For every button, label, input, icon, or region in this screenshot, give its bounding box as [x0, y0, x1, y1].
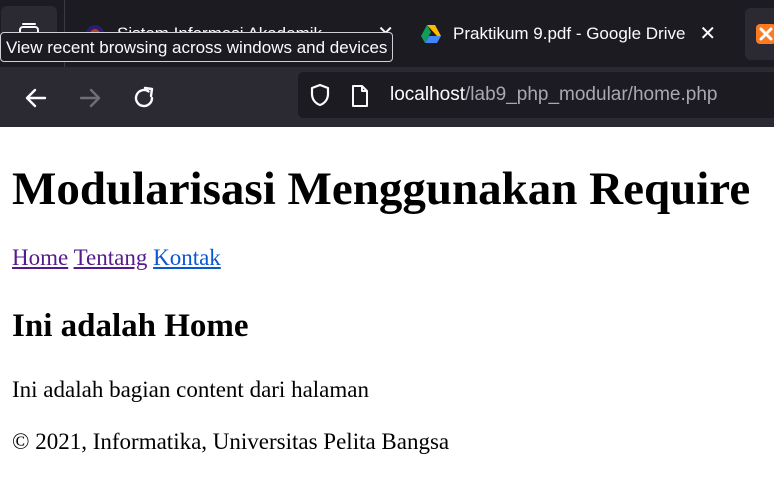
content-heading: Ini adalah Home	[12, 308, 249, 344]
google-drive-icon	[421, 25, 441, 43]
nav-link-tentang[interactable]: Tentang	[74, 245, 148, 270]
back-arrow-icon	[25, 88, 47, 108]
navigation-toolbar: localhost/lab9_php_modular/home.php	[0, 67, 774, 127]
page-title: Modularisasi Menggunakan Require	[12, 163, 751, 215]
reload-button[interactable]	[127, 81, 161, 115]
xampp-icon	[756, 24, 774, 44]
url-host: localhost	[390, 84, 465, 105]
forward-button[interactable]	[73, 81, 107, 115]
url-text[interactable]: localhost/lab9_php_modular/home.php	[390, 72, 717, 118]
page-info-icon[interactable]	[350, 84, 370, 108]
address-bar[interactable]: localhost/lab9_php_modular/home.php	[298, 72, 774, 118]
nav-link-kontak[interactable]: Kontak	[153, 245, 221, 270]
tracking-protection-shield-icon[interactable]	[308, 83, 332, 107]
page-footer: © 2021, Informatika, Universitas Pelita …	[12, 429, 450, 454]
site-navigation: Home Tentang Kontak	[12, 245, 221, 271]
tab-xampp[interactable]	[745, 8, 774, 60]
tab-close-button[interactable]: ✕	[699, 24, 716, 44]
tooltip: View recent browsing across windows and …	[0, 32, 394, 62]
tab-google-drive[interactable]: Praktikum 9.pdf - Google Drive ✕	[420, 8, 730, 60]
content-paragraph: Ini adalah bagian content dari halaman	[12, 377, 369, 402]
tab-title: Praktikum 9.pdf - Google Drive	[453, 24, 686, 43]
url-path: /lab9_php_modular/home.php	[465, 84, 718, 105]
reload-icon	[134, 86, 154, 108]
forward-arrow-icon	[79, 88, 101, 108]
tab-strip: Sistem Informasi Akademik ✕ Praktikum 9.…	[0, 0, 774, 67]
nav-link-home[interactable]: Home	[12, 245, 68, 270]
back-button[interactable]	[19, 81, 53, 115]
